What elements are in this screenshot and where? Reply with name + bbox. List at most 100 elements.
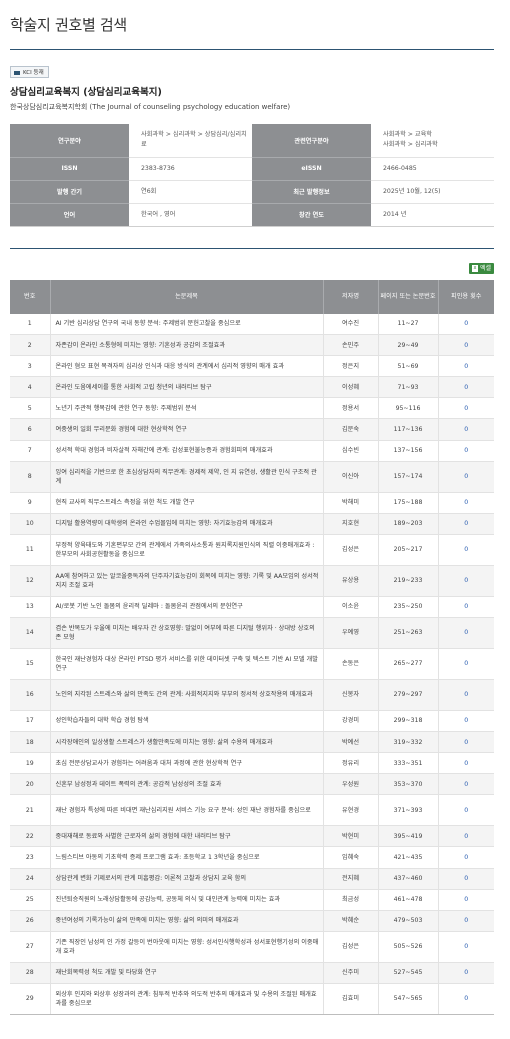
row-number: 1 <box>10 313 51 336</box>
article-title-link[interactable]: 기존 직장인 남성의 인 가정 갈등이 번아웃에 미치는 영향: 성서인식행학성… <box>50 931 324 963</box>
author-name: 박예선 <box>323 731 379 754</box>
table-row: 12 AA에 참여하고 있는 알코올중독자의 단주자기효능감이 회복에 미치는 영… <box>10 565 494 597</box>
author-name: 정은지 <box>323 355 379 378</box>
row-number: 12 <box>10 565 51 597</box>
table-row: 5 노년기 주관적 행복감에 관한 연구 동향: 주제범위 분석 정용서 95~116… <box>10 397 494 420</box>
article-title-link[interactable]: 시각장애인의 일상생활 스트레스가 생활만족도에 미치는 영향: 삶의 수용의 … <box>50 731 324 754</box>
article-title-link[interactable]: 디지털 활용역량이 대학생의 온라인 수업몰입에 미치는 영향: 자기효능감의 … <box>50 513 324 535</box>
article-title-link[interactable]: 재난 경험자 특성에 따른 비대면 재난심리지원 서비스 기능 요구 분석: 성… <box>50 794 324 827</box>
cited-count-link[interactable]: 0 <box>438 773 494 796</box>
author-name: 지호현 <box>323 513 379 535</box>
cited-count-link[interactable]: 0 <box>438 846 494 869</box>
cited-count-link[interactable]: 0 <box>438 825 494 848</box>
article-title-link[interactable]: AI 기반 심리상담 연구의 국내 동향 분석: 주제범위 문헌고찰을 중심으로 <box>50 313 324 336</box>
cited-count-link[interactable]: 0 <box>438 931 494 963</box>
table-row: 3 온라인 혐오 표현 목격자의 심리상 인식과 대응 방식의 관계에서 심리적 … <box>10 355 494 378</box>
article-title-link[interactable]: 신혼부 남성정과 데이트 폭력의 관계: 공감적 남성성의 조절 효과 <box>50 773 324 796</box>
cited-count-link[interactable]: 0 <box>438 334 494 357</box>
row-number: 26 <box>10 910 51 932</box>
article-title-link[interactable]: 잉여 심리적을 기반으로 한 초심상담자의 직무관계: 경제적 제약, 인 지 … <box>50 461 324 493</box>
related-field-value-2: 사회과학 > 심리과학 <box>383 141 438 149</box>
cited-count-link[interactable]: 0 <box>438 617 494 649</box>
article-title-link[interactable]: 성서적 학대 경험과 비자살적 자해간에 관계: 감성표현불능증과 경험회피의 … <box>50 440 324 462</box>
article-title-link[interactable]: 느림스티브 아동의 기초학력 증제 프로그램 효과: 초등학교 1 3학년을 중… <box>50 846 324 869</box>
page-range: 371~393 <box>378 794 439 827</box>
page-range: 461~478 <box>378 889 439 911</box>
cited-count-link[interactable]: 0 <box>438 648 494 680</box>
article-title-link[interactable]: 성인학습자들의 대학 학습 경험 탐색 <box>50 710 324 733</box>
cited-count-link[interactable]: 0 <box>438 889 494 911</box>
article-title-link[interactable]: 진년퇴승직원의 노래상담활동에 공감능력, 공동체 의식 및 대인관계 능력에 … <box>50 889 324 911</box>
page-range: 505~526 <box>378 931 439 963</box>
cited-count-link[interactable]: 0 <box>438 710 494 733</box>
article-title-link[interactable]: 노년기 주관적 행복감에 관한 연구 동향: 주제범위 분석 <box>50 397 324 420</box>
cited-count-link[interactable]: 0 <box>438 983 494 1015</box>
author-name: 임혜숙 <box>323 846 379 869</box>
cited-count-link[interactable]: 0 <box>438 355 494 378</box>
table-row: 19 초심 전문상담교사가 경험하는 어려움과 대처 과정에 관한 현상학적 연구… <box>10 752 494 775</box>
article-title-link[interactable]: 자존감이 온라인 소통형에 미치는 영향: 기혼성과 공감의 조절효과 <box>50 334 324 357</box>
eissn-label: eISSN <box>252 157 371 181</box>
cited-count-link[interactable]: 0 <box>438 752 494 775</box>
article-title-link[interactable]: 상담관계 변화 기제로서의 관계 미흡평감: 이론적 고찰과 상담지 교육 함의 <box>50 868 324 890</box>
page-range: 219~233 <box>378 565 439 597</box>
article-title-link[interactable]: 중대재해로 동료와 사별한 근로자의 삶의 경험에 대한 내러티브 탐구 <box>50 825 324 848</box>
language-value: 한국어 , 영어 <box>129 203 252 227</box>
row-number: 6 <box>10 418 51 441</box>
row-number: 15 <box>10 648 51 680</box>
article-title-link[interactable]: 한국인 재난경험자 대상 온라인 PTSD 평가 서비스를 위한 데이터셋 구축… <box>50 648 324 680</box>
article-title-link[interactable]: AA에 참여하고 있는 알코올중독자의 단주자기효능감이 회복에 미치는 영향:… <box>50 565 324 597</box>
cited-count-link[interactable]: 0 <box>438 565 494 597</box>
cited-count-link[interactable]: 0 <box>438 731 494 754</box>
article-title-link[interactable]: AI/로봇 기반 노인 돌봄의 윤리적 딜레마 : 돌봄윤리 관점에서의 문헌연… <box>50 596 324 618</box>
row-number: 25 <box>10 889 51 911</box>
page-range: 157~174 <box>378 461 439 493</box>
cited-count-link[interactable]: 0 <box>438 910 494 932</box>
author-name: 여수진 <box>323 313 379 336</box>
article-title-link[interactable]: 부정적 양육태도와 기혼편부모 간의 관계에서 가족의사소통과 원지록지원인식의… <box>50 534 324 566</box>
article-title-link[interactable]: 외상후 인지와 외상후 성장과의 관계: 침투적 반추와 의도적 반추의 매개효… <box>50 983 324 1015</box>
article-title-link[interactable]: 중년여성의 기록가능이 삶의 만족에 미치는 영향: 삶의 의미의 매개효과 <box>50 910 324 932</box>
excel-download-button[interactable]: x 엑셀 <box>468 262 494 274</box>
cited-count-link[interactable]: 0 <box>438 461 494 493</box>
page-range: 333~351 <box>378 752 439 775</box>
page-range: 137~156 <box>378 440 439 462</box>
article-title-link[interactable]: 재난회복력성 척도 개발 및 타당화 연구 <box>50 962 324 984</box>
cited-count-link[interactable]: 0 <box>438 962 494 984</box>
page-range: 299~318 <box>378 710 439 733</box>
article-title-link[interactable]: 온라인 도움에세이를 통한 사회적 고립 청년의 내러티브 탐구 <box>50 376 324 399</box>
table-row: 21 재난 경험자 특성에 따른 비대면 재난심리지원 서비스 기능 요구 분석:… <box>10 794 494 827</box>
article-title-link[interactable]: 여중생의 일회 무리문화 경험에 대한 현상학적 연구 <box>50 418 324 441</box>
row-number: 9 <box>10 492 51 514</box>
cited-count-link[interactable]: 0 <box>438 513 494 535</box>
table-row: 15 한국인 재난경험자 대상 온라인 PTSD 평가 서비스를 위한 데이터셋 … <box>10 648 494 680</box>
article-title-link[interactable]: 온라인 혐오 표현 목격자의 심리상 인식과 대응 방식의 관계에서 심리적 영… <box>50 355 324 378</box>
article-title-link[interactable]: 노인의 지각된 스트레스와 삶의 만족도 간의 관계: 사회적지지와 부부의 정… <box>50 679 324 711</box>
cited-count-link[interactable]: 0 <box>438 794 494 827</box>
author-name: 김효미 <box>323 983 379 1015</box>
row-number: 7 <box>10 440 51 462</box>
row-number: 27 <box>10 931 51 963</box>
cited-count-link[interactable]: 0 <box>438 679 494 711</box>
cited-count-link[interactable]: 0 <box>438 397 494 420</box>
article-title-link[interactable]: 겸손 반복도가 우울에 미치는 배우자 간 상호영향: 말없이 여부에 따른 디… <box>50 617 324 649</box>
row-number: 23 <box>10 846 51 869</box>
article-title-link[interactable]: 현직 교사의 직무스트레스 측정을 위한 척도 개발 연구 <box>50 492 324 514</box>
page-range: 421~435 <box>378 846 439 869</box>
author-name: 손민주 <box>323 334 379 357</box>
article-title-link[interactable]: 초심 전문상담교사가 경험하는 어려움과 대처 과정에 관한 현상학적 연구 <box>50 752 324 775</box>
cited-count-link[interactable]: 0 <box>438 534 494 566</box>
cited-count-link[interactable]: 0 <box>438 868 494 890</box>
page-range: 175~188 <box>378 492 439 514</box>
cited-count-link[interactable]: 0 <box>438 376 494 399</box>
cited-count-link[interactable]: 0 <box>438 596 494 618</box>
row-number: 2 <box>10 334 51 357</box>
page-range: 547~565 <box>378 983 439 1015</box>
cited-count-link[interactable]: 0 <box>438 440 494 462</box>
title-divider <box>10 49 494 50</box>
col-header-no: 번호 <box>10 279 51 314</box>
cited-count-link[interactable]: 0 <box>438 418 494 441</box>
cited-count-link[interactable]: 0 <box>438 492 494 514</box>
cited-count-link[interactable]: 0 <box>438 313 494 336</box>
kci-badge: KCI 등재 <box>10 66 49 78</box>
